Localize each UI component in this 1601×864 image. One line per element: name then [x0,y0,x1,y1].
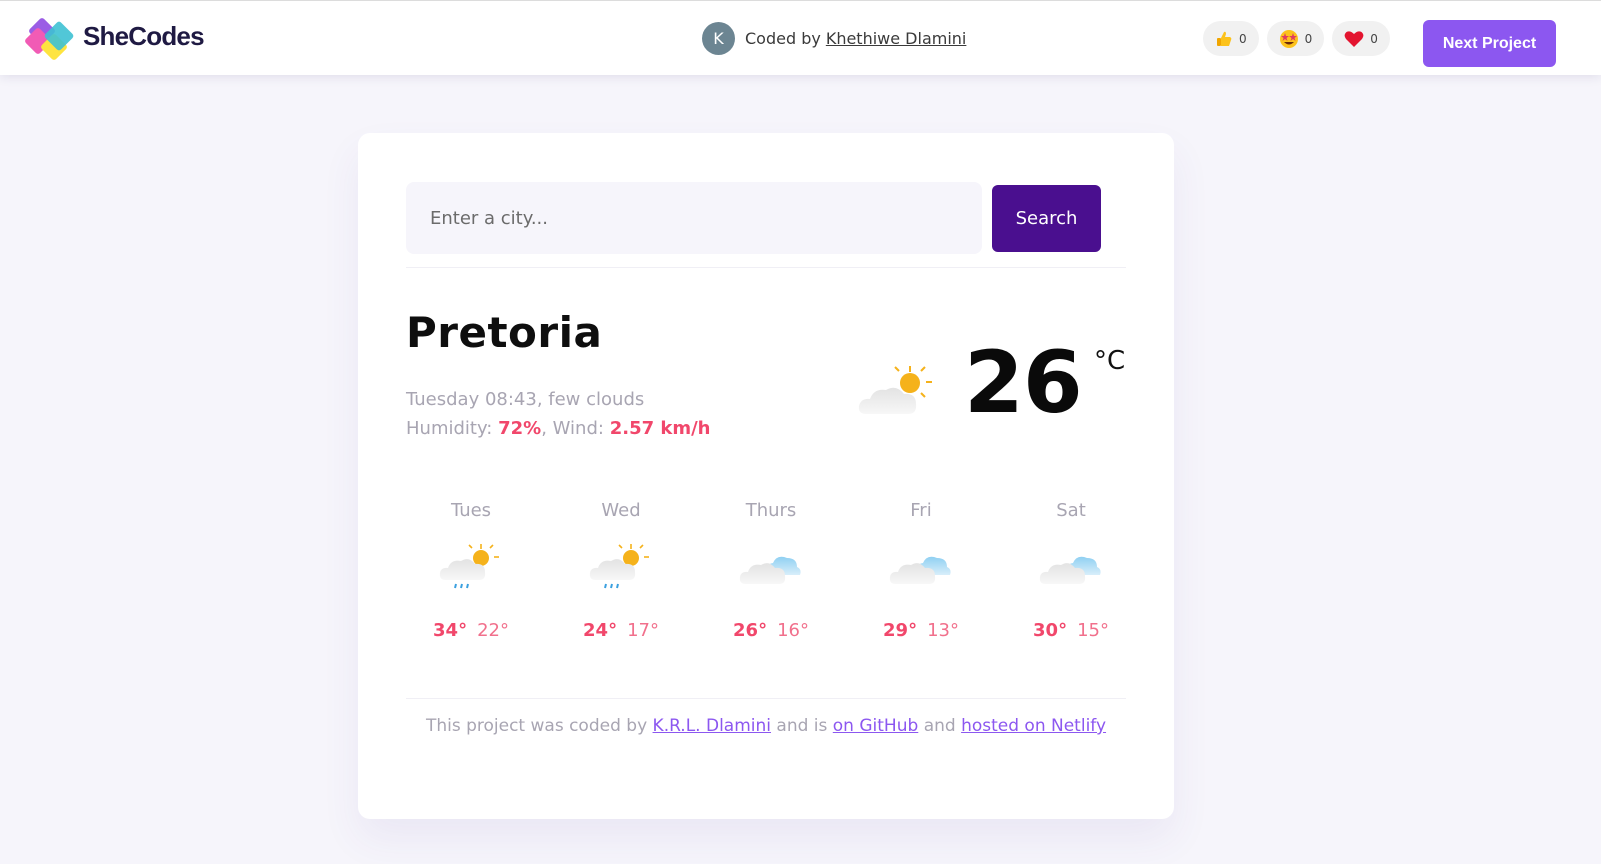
forecast-min: 13° [927,620,959,641]
author-avatar[interactable]: K [702,22,735,55]
star-struck-icon [1279,29,1298,48]
search-button[interactable]: Search [992,185,1101,252]
forecast-day: Wed 24° 17° [556,500,686,641]
forecast-day-name: Tues [450,500,492,521]
brand-name[interactable]: SheCodes [83,21,205,52]
forecast-day-name: Sat [1056,500,1086,521]
next-project-button[interactable]: Next Project [1423,20,1556,67]
star-struck-reaction-button[interactable]: 0 [1266,21,1325,56]
weather-card: Search Pretoria Tuesday 08:43, few cloud… [358,133,1174,819]
forecast-min: 15° [1077,620,1109,641]
current-temperature: 26 [964,333,1083,433]
forecast-min: 16° [777,620,809,641]
humidity-wind: Humidity: 72%, Wind: 2.57 km/h [406,418,711,439]
forecast-min: 22° [477,620,509,641]
humidity-label: Humidity: [406,418,493,439]
footer-and: and [923,716,956,736]
coded-by: K Coded by Khethiwe Dlamini [702,22,966,55]
forecast-day-name: Thurs [745,500,797,521]
forecast-max: 24° [583,620,618,641]
forecast-max: 30° [1033,620,1068,641]
forecast-day: Tues 34° 22° [406,500,536,641]
footer-credits: This project was coded by K.R.L. Dlamini… [358,716,1174,736]
weather-details: Tuesday 08:43, few clouds Humidity: 72%,… [406,385,711,443]
temperature-unit[interactable]: °C [1094,346,1125,376]
reactions: 0 0 0 [1203,21,1390,56]
thumbs-up-icon [1217,31,1232,46]
shecodes-logo-icon[interactable] [22,13,82,65]
netlify-link[interactable]: hosted on Netlify [961,716,1106,736]
footer-middle: and is [776,716,828,736]
divider [406,267,1126,268]
divider [406,698,1126,699]
footer-prefix: This project was coded by [425,716,648,736]
forecast-day-name: Fri [910,500,932,521]
forecast-day: Thurs 26° 16° [706,500,836,641]
forecast-min: 17° [627,620,659,641]
forecast-max: 29° [883,620,918,641]
thumbs-up-reaction-button[interactable]: 0 [1203,21,1259,56]
cloud-icon [739,556,801,584]
sun-rain-icon [439,544,499,589]
github-link[interactable]: on GitHub [833,716,919,736]
author-link[interactable]: Khethiwe Dlamini [826,29,967,48]
wind-value: 2.57 km/h [609,418,711,439]
sun-rain-icon [589,544,649,589]
heart-icon [1344,30,1364,47]
humidity-value: 72% [498,418,542,439]
forecast-day: Sat 30° 15° [1006,500,1136,641]
forecast-max: 34° [433,620,468,641]
cloud-icon [889,556,951,584]
thumbs-up-count: 0 [1239,31,1247,46]
heart-count: 0 [1370,31,1378,46]
cloud-icon [1039,556,1101,584]
top-navigation-bar: SheCodes K Coded by Khethiwe Dlamini 0 0 [0,0,1601,75]
wind-label: Wind: [552,418,604,439]
forecast-max: 26° [733,620,768,641]
city-search-input[interactable] [406,182,982,254]
date-description: Tuesday 08:43, few clouds [406,389,645,410]
coded-by-prefix: Coded by [745,29,821,48]
partly-sunny-icon [858,366,932,414]
forecast-day-name: Wed [601,500,641,521]
forecast-day: Fri 29° 13° [856,500,986,641]
author-profile-link[interactable]: K.R.L. Dlamini [653,716,771,736]
star-struck-count: 0 [1304,31,1313,46]
city-name: Pretoria [406,308,603,357]
heart-reaction-button[interactable]: 0 [1332,21,1390,56]
